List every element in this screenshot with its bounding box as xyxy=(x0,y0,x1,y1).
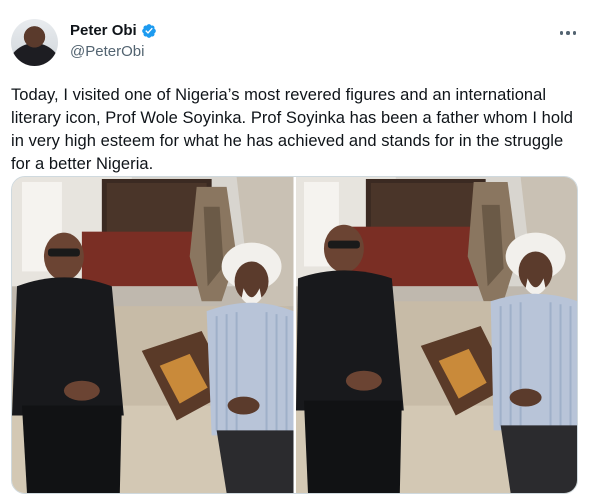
tweet-media[interactable] xyxy=(11,176,578,494)
photo-right[interactable] xyxy=(295,177,577,493)
more-options-icon[interactable] xyxy=(555,24,581,42)
author-handle[interactable]: @PeterObi xyxy=(70,43,144,60)
author-avatar[interactable] xyxy=(11,19,58,66)
photo-left[interactable] xyxy=(12,177,294,493)
author-name-row: Peter Obi xyxy=(70,22,157,39)
tweet-card[interactable]: Peter Obi @PeterObi Today, I visited one… xyxy=(0,0,594,497)
more-dot-1 xyxy=(559,31,564,35)
more-dot-2 xyxy=(566,31,570,35)
photo-left-image xyxy=(12,177,294,493)
author-name[interactable]: Peter Obi xyxy=(70,22,137,39)
more-dot-3 xyxy=(572,31,577,35)
tweet-text: Today, I visited one of Nigeria’s most r… xyxy=(11,86,574,173)
verified-badge-icon xyxy=(141,23,156,38)
photo-right-image xyxy=(295,177,577,493)
